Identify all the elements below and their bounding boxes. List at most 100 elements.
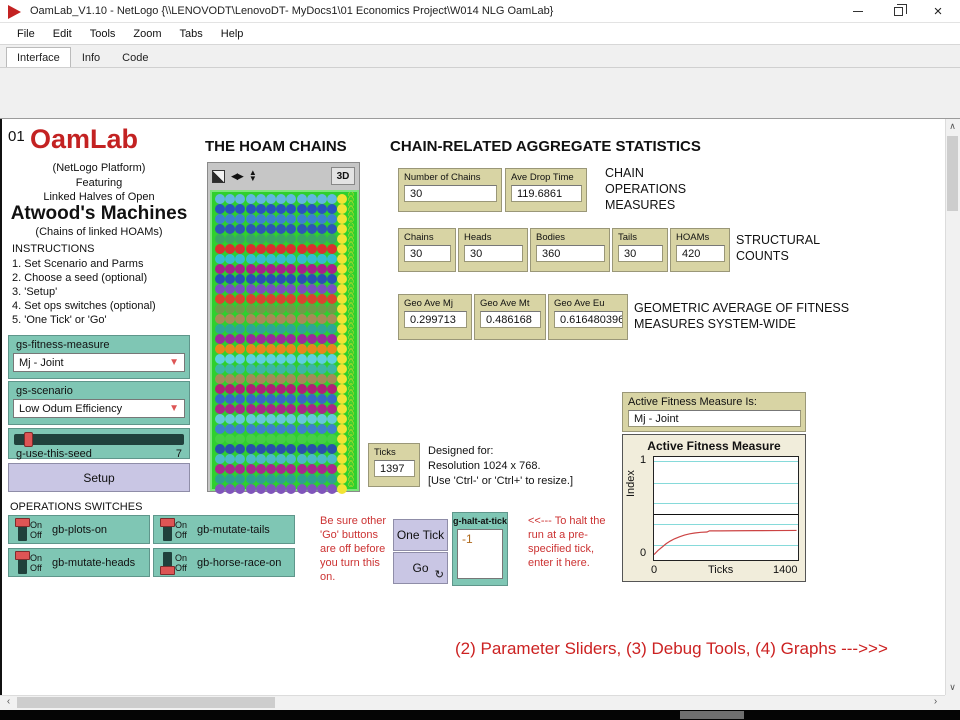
chooser-gs-scenario[interactable]: gs-scenario Low Odum Efficiency ▼ bbox=[8, 381, 190, 425]
netlogo-logo-icon bbox=[8, 5, 21, 19]
monitor-label: Chains bbox=[404, 232, 451, 243]
chain-row bbox=[215, 384, 347, 394]
monitor-chains: Chains 30 bbox=[398, 228, 456, 272]
switch-onoff-labels: OnOff bbox=[175, 520, 187, 540]
world-view-widget[interactable]: ◀▶ ▲▼ 3D ☺ ☺ ☺ ☺ ☺ ☺ ☺ ☺ ☺ ☺ ☺ ☺ ☺ ☺ ☺ ☺… bbox=[207, 162, 360, 492]
monitor-heads: Heads 30 bbox=[458, 228, 528, 272]
chooser-gs-fitness-measure[interactable]: gs-fitness-measure Mj - Joint ▼ bbox=[8, 335, 190, 379]
monitor-value: 360 bbox=[536, 245, 605, 262]
switch-knob[interactable] bbox=[160, 518, 175, 527]
tab-code[interactable]: Code bbox=[111, 47, 159, 67]
monitor-label: Ticks bbox=[374, 447, 415, 458]
switch-gb-plots-on[interactable]: OnOff gb-plots-on bbox=[8, 515, 150, 544]
taskbar-segment bbox=[680, 711, 744, 719]
seed-slider-value: 7 bbox=[176, 448, 182, 460]
monitor-label: Heads bbox=[464, 232, 523, 243]
menu-file[interactable]: File bbox=[8, 25, 44, 43]
monitor-hoams: HOAMs 420 bbox=[670, 228, 730, 272]
menu-zoom[interactable]: Zoom bbox=[124, 25, 170, 43]
switch-knob[interactable] bbox=[160, 566, 175, 575]
chain-row bbox=[215, 464, 347, 474]
subtitle-linked-halves: Linked Halves of Open bbox=[6, 191, 192, 203]
tab-interface[interactable]: Interface bbox=[6, 47, 71, 67]
go-label: Go bbox=[412, 561, 428, 575]
slider-g-use-this-seed[interactable]: g-use-this-seed 7 bbox=[8, 428, 190, 459]
world-view[interactable]: ☺ ☺ ☺ ☺ ☺ ☺ ☺ ☺ ☺ ☺ ☺ ☺ ☺ ☺ ☺ ☺ ☺ ☺ ☺ ☺ … bbox=[210, 190, 359, 491]
chooser-select[interactable]: Mj - Joint ▼ bbox=[13, 353, 185, 372]
menu-help[interactable]: Help bbox=[212, 25, 253, 43]
monitor-value: 30 bbox=[618, 245, 663, 262]
monitor-value: 420 bbox=[676, 245, 725, 262]
seed-slider-thumb[interactable] bbox=[24, 432, 33, 447]
switch-knob[interactable] bbox=[15, 551, 30, 560]
chain-row bbox=[215, 444, 347, 454]
switch-knob[interactable] bbox=[15, 518, 30, 527]
minimize-button[interactable] bbox=[838, 0, 878, 23]
chooser-arrow-icon: ▼ bbox=[169, 357, 179, 368]
horizontal-arrows-icon[interactable]: ◀▶ bbox=[231, 171, 243, 182]
view-3d-button[interactable]: 3D bbox=[331, 167, 355, 185]
menu-edit[interactable]: Edit bbox=[44, 25, 81, 43]
view-shape-icon[interactable] bbox=[212, 170, 225, 183]
setup-button[interactable]: Setup bbox=[8, 463, 190, 492]
toolbar: ✎ Edit Delete + Add Abc def ghi jkl Note… bbox=[0, 68, 960, 119]
switch-gb-mutate-heads[interactable]: OnOff gb-mutate-heads bbox=[8, 548, 150, 577]
seed-slider-track[interactable] bbox=[14, 434, 184, 445]
monitor-value: 0.61648039680 bbox=[554, 311, 623, 328]
fitness-curve bbox=[654, 457, 798, 560]
monitor-ticks: Ticks 1397 bbox=[368, 443, 420, 487]
scroll-left-arrow[interactable]: ‹ bbox=[1, 695, 16, 710]
designed-line3: [Use 'Ctrl-' or 'Ctrl+' to resize.] bbox=[428, 474, 618, 489]
switch-onoff-labels: OnOff bbox=[175, 553, 187, 573]
chain-row bbox=[215, 194, 347, 204]
chooser-select[interactable]: Low Odum Efficiency ▼ bbox=[13, 399, 185, 418]
chain-row bbox=[215, 454, 347, 464]
chooser-arrow-icon: ▼ bbox=[169, 403, 179, 414]
vertical-scrollbar-thumb[interactable] bbox=[947, 136, 958, 211]
scroll-down-arrow[interactable]: ∨ bbox=[945, 680, 960, 695]
scroll-right-arrow[interactable]: › bbox=[928, 695, 943, 710]
instruction-2: 2. Choose a seed (optional) bbox=[12, 272, 147, 284]
switch-label: gb-plots-on bbox=[52, 524, 107, 536]
monitor-ave-drop-time: Ave Drop Time 119.6861 bbox=[505, 168, 587, 212]
subtitle-featuring: Featuring bbox=[6, 177, 192, 189]
halt-input-value[interactable]: -1 bbox=[457, 529, 503, 579]
switch-gb-horse-race-on[interactable]: OnOff gb-horse-race-on bbox=[153, 548, 295, 577]
designed-line2: Resolution 1024 x 768. bbox=[428, 459, 618, 474]
chain-row bbox=[215, 204, 347, 214]
switch-gb-mutate-tails[interactable]: OnOff gb-mutate-tails bbox=[153, 515, 295, 544]
hoam-chains-heading: THE HOAM CHAINS bbox=[205, 138, 347, 155]
chooser-value: Low Odum Efficiency bbox=[19, 403, 122, 415]
chain-row bbox=[215, 254, 347, 264]
go-button[interactable]: Go ↻ bbox=[393, 552, 448, 584]
monitor-value: 1397 bbox=[374, 460, 415, 477]
menu-tools[interactable]: Tools bbox=[81, 25, 125, 43]
switch-track bbox=[163, 519, 172, 541]
model-number: 01 bbox=[8, 128, 25, 145]
chain-row bbox=[215, 474, 347, 484]
horizontal-scrollbar-thumb[interactable] bbox=[17, 697, 275, 708]
chain-row bbox=[215, 314, 347, 324]
tab-info[interactable]: Info bbox=[71, 47, 111, 67]
title-bar[interactable]: OamLab_V1.10 - NetLogo {\\LENOVODT\Lenov… bbox=[0, 0, 960, 23]
monitor-value: 30 bbox=[404, 185, 497, 202]
monitor-label: Bodies bbox=[536, 232, 605, 243]
y-tick-0: 0 bbox=[640, 547, 646, 559]
monitor-label: Geo Ave Mt bbox=[480, 298, 541, 309]
chain-row bbox=[215, 414, 347, 424]
switch-track bbox=[163, 552, 172, 574]
vertical-arrows-icon[interactable]: ▲▼ bbox=[249, 170, 257, 182]
monitor-geo-ave-mt: Geo Ave Mt 0.486168 bbox=[474, 294, 546, 340]
monitor-label: Tails bbox=[618, 232, 663, 243]
input-g-halt-at-tick[interactable]: g-halt-at-tick -1 bbox=[452, 512, 508, 586]
one-tick-button[interactable]: One Tick bbox=[393, 519, 448, 551]
close-button[interactable]: × bbox=[918, 0, 958, 23]
monitor-value: 0.486168 bbox=[480, 311, 541, 328]
plot-title: Active Fitness Measure bbox=[623, 439, 805, 453]
navigation-hint-note: (2) Parameter Sliders, (3) Debug Tools, … bbox=[455, 639, 915, 659]
monitor-label: Number of Chains bbox=[404, 172, 497, 183]
restore-button[interactable] bbox=[878, 0, 918, 23]
monitor-geo-ave-mj: Geo Ave Mj 0.299713 bbox=[398, 294, 472, 340]
scroll-up-arrow[interactable]: ∧ bbox=[945, 119, 960, 134]
menu-tabs[interactable]: Tabs bbox=[171, 25, 212, 43]
